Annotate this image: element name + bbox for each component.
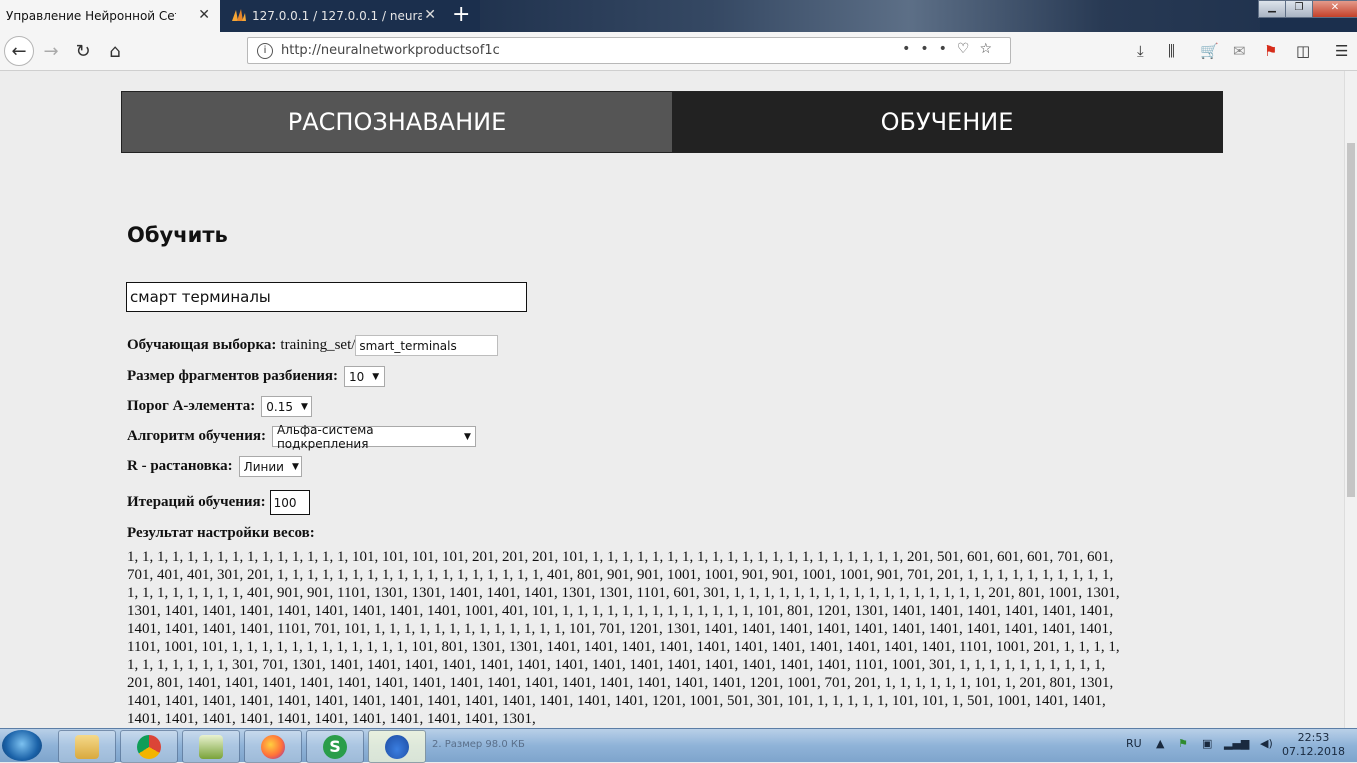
algorithm-row: Алгоритм обучения: Альфа-система подкреп… xyxy=(127,423,476,451)
taskbar-explorer[interactable] xyxy=(58,730,116,763)
network-icon[interactable]: ▂▄▆ xyxy=(1224,737,1249,750)
scrollbar-thumb[interactable] xyxy=(1347,143,1355,497)
url-bar[interactable]: i http://neuralnetworkproductsof1c •••♡☆ xyxy=(247,37,1011,64)
tab-neural-network[interactable]: Управление Нейронной Сетью ✕ xyxy=(0,0,220,32)
nav-training[interactable]: ОБУЧЕНИЕ xyxy=(672,92,1222,152)
fragment-size-value: 10 xyxy=(349,369,365,384)
close-icon[interactable]: ✕ xyxy=(198,8,210,22)
page-title: Обучить xyxy=(127,223,228,247)
chevron-down-icon: ▼ xyxy=(291,461,299,472)
r-placement-value: Линии xyxy=(243,459,284,474)
training-set-prefix: training_set/ xyxy=(280,337,356,353)
pocket-icon[interactable]: ♡ xyxy=(957,41,980,57)
mail-icon[interactable]: ✉ xyxy=(1233,42,1246,60)
algorithm-value: Альфа-система подкрепления xyxy=(276,422,374,451)
chevron-down-icon: ▼ xyxy=(464,431,471,442)
training-set-input[interactable]: smart_terminals xyxy=(355,335,499,356)
training-set-row: Обучающая выборка: training_set/ smart_t… xyxy=(127,335,499,356)
taskbar-firefox[interactable] xyxy=(244,730,302,763)
forward-arrow-icon[interactable]: → xyxy=(38,38,64,64)
iterations-row: Итераций обучения: 100 xyxy=(127,490,310,515)
algorithm-select[interactable]: Альфа-система подкрепления ▼ xyxy=(271,423,476,451)
clock-time: 22:53 xyxy=(1297,731,1330,744)
tray-device-icon[interactable]: ▣ xyxy=(1202,737,1212,750)
sidebar-icon[interactable]: ◫ xyxy=(1296,42,1310,60)
taskbar-chrome[interactable] xyxy=(120,730,178,763)
window-close-button[interactable]: ✕ xyxy=(1312,0,1357,18)
main-nav: РАСПОЗНАВАНИЕ ОБУЧЕНИЕ xyxy=(121,91,1223,153)
taskbar-active-app[interactable] xyxy=(368,730,426,763)
phpmyadmin-icon xyxy=(232,9,246,21)
clock-date: 07.12.2018 xyxy=(1282,745,1345,758)
algorithm-label: Алгоритм обучения: xyxy=(127,428,266,444)
folder-icon xyxy=(75,734,99,759)
more-icon[interactable]: ••• xyxy=(902,41,957,57)
cart-icon[interactable]: 🛒 xyxy=(1200,42,1219,60)
bookmark-star-icon[interactable]: ☆ xyxy=(979,41,1002,57)
page-scrollbar[interactable] xyxy=(1344,71,1357,728)
weights-result-text: 1, 1, 1, 1, 1, 1, 1, 1, 1, 1, 1, 1, 1, 1… xyxy=(127,549,1120,727)
chevron-down-icon: ▼ xyxy=(372,371,380,382)
tab-strip: Управление Нейронной Сетью ✕ 127.0.0.1 /… xyxy=(0,0,1357,32)
tab-strip-background xyxy=(480,0,1260,32)
threshold-label: Порог А-элемента: xyxy=(127,398,256,414)
taskbar-ghost-text: 2. Размер 98.0 КБ xyxy=(432,739,525,750)
chevron-down-icon: ▼ xyxy=(300,401,308,412)
threshold-select[interactable]: 0.15 ▼ xyxy=(261,396,313,417)
tab-title: Управление Нейронной Сетью xyxy=(6,9,176,23)
threshold-row: Порог А-элемента: 0.15 ▼ xyxy=(127,396,313,417)
r-placement-row: R - растановка: Линии ▼ xyxy=(127,456,302,477)
taskbar-app[interactable] xyxy=(182,730,240,763)
reload-icon[interactable]: ↻ xyxy=(70,38,96,64)
nav-recognition[interactable]: РАСПОЗНАВАНИЕ xyxy=(122,92,672,152)
browser-toolbar: ← → ↻ ⌂ i http://neuralnetworkproductsof… xyxy=(0,32,1357,71)
chrome-icon xyxy=(137,734,161,759)
info-icon[interactable]: i xyxy=(257,43,273,59)
page-content: РАСПОЗНАВАНИЕ ОБУЧЕНИЕ Обучить смарт тер… xyxy=(0,71,1344,728)
iterations-label: Итераций обучения: xyxy=(127,494,266,510)
training-set-label: Обучающая выборка: xyxy=(127,337,277,353)
iterations-input[interactable]: 100 xyxy=(269,490,310,515)
weights-result-label: Результат настройки весов: xyxy=(127,525,315,541)
menu-icon[interactable]: ☰ xyxy=(1335,42,1348,60)
close-icon[interactable]: ✕ xyxy=(424,8,436,22)
chart-app-icon xyxy=(199,734,223,759)
volume-icon[interactable]: ◀) xyxy=(1260,737,1273,750)
maximize-button[interactable]: ❐ xyxy=(1285,0,1313,18)
network-name-input[interactable]: смарт терминалы xyxy=(126,282,527,312)
language-indicator[interactable]: RU xyxy=(1126,737,1142,750)
threshold-value: 0.15 xyxy=(266,399,293,414)
r-placement-label: R - растановка: xyxy=(127,458,233,474)
home-icon[interactable]: ⌂ xyxy=(102,38,128,64)
tray-flag-icon[interactable]: ⚑ xyxy=(1178,737,1188,750)
fragment-size-label: Размер фрагментов разбиения: xyxy=(127,368,339,384)
windows-taskbar: S 2. Размер 98.0 КБ RU ▲ ⚑ ▣ ▂▄▆ ◀) 22:5… xyxy=(0,728,1357,763)
tray-expand-icon[interactable]: ▲ xyxy=(1156,737,1164,750)
tab-title: 127.0.0.1 / 127.0.0.1 / neural_ne xyxy=(252,9,422,23)
firefox-icon xyxy=(261,734,285,759)
taskbar-skype-app[interactable]: S xyxy=(306,730,364,763)
library-icon[interactable]: ⫼ xyxy=(1168,42,1175,60)
tab-phpmyadmin[interactable]: 127.0.0.1 / 127.0.0.1 / neural_ne ✕ xyxy=(222,0,446,32)
fragment-size-select[interactable]: 10 ▼ xyxy=(344,366,386,387)
start-button[interactable] xyxy=(2,730,42,761)
r-placement-select[interactable]: Линии ▼ xyxy=(238,456,302,477)
s-app-icon: S xyxy=(323,734,347,759)
url-text[interactable]: http://neuralnetworkproductsof1c xyxy=(281,43,500,58)
download-icon[interactable]: ⤓ xyxy=(1137,42,1144,60)
minimize-button[interactable]: ▁ xyxy=(1258,0,1286,18)
system-clock[interactable]: 22:53 07.12.2018 xyxy=(1282,731,1345,759)
flag-icon[interactable]: ⚑ xyxy=(1264,42,1277,60)
plus-icon[interactable]: + xyxy=(452,2,470,28)
fragment-size-row: Размер фрагментов разбиения: 10 ▼ xyxy=(127,366,386,387)
ufo-app-icon xyxy=(385,734,409,759)
back-arrow-icon[interactable]: ← xyxy=(4,36,34,66)
